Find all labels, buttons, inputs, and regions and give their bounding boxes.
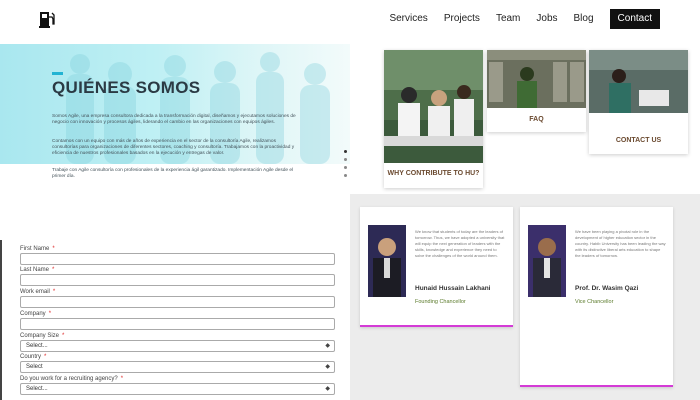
carousel-dot[interactable]: [344, 174, 347, 177]
tile-why-contribute[interactable]: WHY CONTRIBUTE TO HU?: [384, 50, 483, 188]
first-name-input[interactable]: [20, 253, 335, 265]
tile-contact-us[interactable]: CONTACT US: [589, 50, 688, 154]
student-laptop-photo: [589, 50, 688, 113]
carousel-dots: [344, 150, 348, 182]
tile-caption: FAQ: [529, 116, 544, 123]
carousel-dot[interactable]: [344, 158, 347, 161]
nav-jobs[interactable]: Jobs: [536, 10, 557, 28]
last-name-label: Last Name *: [20, 267, 55, 273]
company-size-label: Company Size *: [20, 333, 65, 339]
recruiting-agency-select[interactable]: Select... ◆: [20, 383, 335, 395]
recruiting-agency-label: Do you work for a recruiting agency? *: [20, 376, 124, 382]
up-down-arrow-icon: ◆: [325, 386, 330, 392]
work-email-label: Work email *: [20, 289, 56, 295]
about-paragraph-1: Somos Agile, una empresa consultora dedi…: [52, 114, 296, 125]
up-down-arrow-icon: ◆: [325, 343, 330, 349]
main-nav: Services Projects Team Jobs Blog Contact: [373, 9, 660, 29]
testimonial-role: Vice Chancellor: [575, 299, 614, 305]
contact-button[interactable]: Contact: [609, 9, 660, 29]
first-name-label: First Name *: [20, 246, 55, 252]
country-select[interactable]: Select ◆: [20, 361, 335, 373]
testimonial-quote: We have been playing a pivotal role in t…: [575, 229, 666, 258]
tile-faq[interactable]: FAQ: [487, 50, 586, 132]
up-down-arrow-icon: ◆: [325, 364, 330, 370]
carousel-dot[interactable]: [344, 150, 347, 153]
testimonial-card: We have been playing a pivotal role in t…: [520, 207, 673, 387]
carousel-dot[interactable]: [344, 166, 347, 169]
nav-projects[interactable]: Projects: [444, 10, 480, 28]
country-field: Country * Select ◆: [20, 353, 335, 373]
about-hero: QUIÉNES SOMOS Somos Agile, una empresa c…: [0, 44, 350, 164]
testimonial-name: Hunaid Hussain Lakhani: [415, 285, 491, 292]
last-name-field: Last Name *: [20, 266, 335, 286]
testimonial-quote: We know that students of today are the l…: [415, 229, 505, 258]
form-divider: [0, 240, 2, 400]
chancellor-portrait: [368, 225, 406, 297]
about-title: QUIÉNES SOMOS: [52, 78, 201, 97]
library-student-photo: [487, 50, 586, 108]
country-label: Country *: [20, 354, 47, 360]
nav-blog[interactable]: Blog: [574, 10, 594, 28]
first-name-field: First Name *: [20, 245, 335, 265]
title-accent-bar: [52, 72, 63, 75]
nav-services[interactable]: Services: [389, 10, 427, 28]
tile-caption: CONTACT US: [615, 137, 662, 144]
tile-caption: WHY CONTRIBUTE TO HU?: [387, 170, 480, 177]
recruiting-agency-field: Do you work for a recruiting agency? * Se…: [20, 375, 335, 395]
work-email-field: Work email *: [20, 288, 335, 308]
company-field: Company *: [20, 310, 335, 330]
lab-students-photo: [384, 50, 483, 163]
last-name-input[interactable]: [20, 274, 335, 286]
company-label: Company *: [20, 311, 52, 317]
testimonial-card: We know that students of today are the l…: [360, 207, 513, 327]
testimonial-role: Founding Chancellor: [415, 299, 466, 305]
about-paragraph-3: Trabaje con Agile consultoría con profes…: [52, 168, 294, 179]
page: Services Projects Team Jobs Blog Contact…: [0, 0, 700, 400]
vice-chancellor-portrait: [528, 225, 566, 297]
company-input[interactable]: [20, 318, 335, 330]
company-size-field: Company Size * Select... ◆: [20, 332, 335, 352]
fuel-pump-icon[interactable]: [38, 9, 56, 29]
work-email-input[interactable]: [20, 296, 335, 308]
header: Services Projects Team Jobs Blog Contact: [0, 0, 700, 40]
company-size-select[interactable]: Select... ◆: [20, 340, 335, 352]
nav-team[interactable]: Team: [496, 10, 520, 28]
about-paragraph-2: Contamos con un equipo con más de años d…: [52, 139, 295, 156]
testimonial-name: Prof. Dr. Wasim Qazi: [575, 285, 639, 292]
